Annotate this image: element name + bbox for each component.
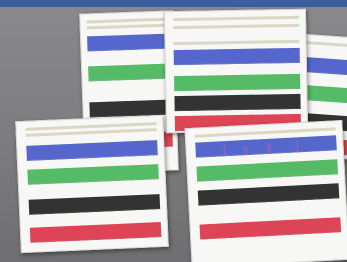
chromatogram-collage — [0, 0, 347, 262]
trace-green — [27, 164, 160, 185]
trace-black — [198, 183, 340, 206]
trace-blue — [86, 33, 170, 52]
top-bar — [0, 0, 347, 7]
toolbar-strip — [85, 17, 169, 24]
trace-blue — [195, 135, 337, 158]
trace-blue — [302, 56, 347, 77]
toolbar-strip — [86, 23, 170, 30]
trace-green — [196, 159, 338, 182]
trace-red — [29, 222, 162, 243]
trace-blue — [174, 47, 301, 66]
document-sheet-3 — [15, 114, 169, 254]
trace-green — [174, 73, 301, 92]
trace-red — [199, 217, 341, 240]
document-sheet-5 — [184, 119, 347, 262]
trace-black — [174, 93, 302, 112]
trace-green — [300, 84, 347, 105]
trace-black — [28, 194, 161, 215]
document-sheet-2 — [163, 8, 309, 134]
trace-green — [87, 63, 171, 82]
trace-blue — [26, 140, 158, 161]
